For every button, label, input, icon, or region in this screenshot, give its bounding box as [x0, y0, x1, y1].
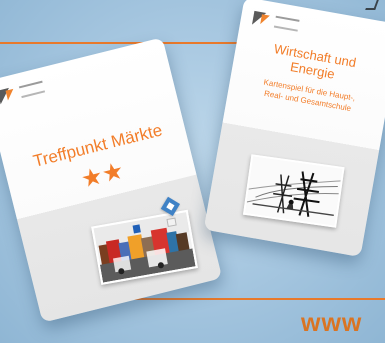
power-line-photo: [242, 154, 345, 228]
bottom-orange-rule: [118, 298, 385, 300]
right-card-logo: [252, 11, 300, 33]
power-line-photo-svg: [245, 156, 343, 226]
logo-text-mark: [18, 80, 46, 99]
left-card-logo: [0, 80, 46, 105]
rating-stars: ★★: [78, 157, 127, 194]
treffpunkt-maerkte-card: Treffpunkt Märkte ★★: [0, 37, 223, 323]
brand-logo-icon: [0, 86, 18, 104]
market-photo-svg: [93, 212, 196, 283]
brand-logo-icon: [252, 11, 272, 28]
website-url-fragment: www: [301, 309, 363, 337]
logo-text-mark: [273, 15, 300, 32]
market-photo: [91, 209, 198, 285]
wirtschaft-und-energie-card: Wirtschaft und Energie Kartenspiel für d…: [203, 0, 385, 258]
top-right-corner-mark: [365, 0, 379, 10]
